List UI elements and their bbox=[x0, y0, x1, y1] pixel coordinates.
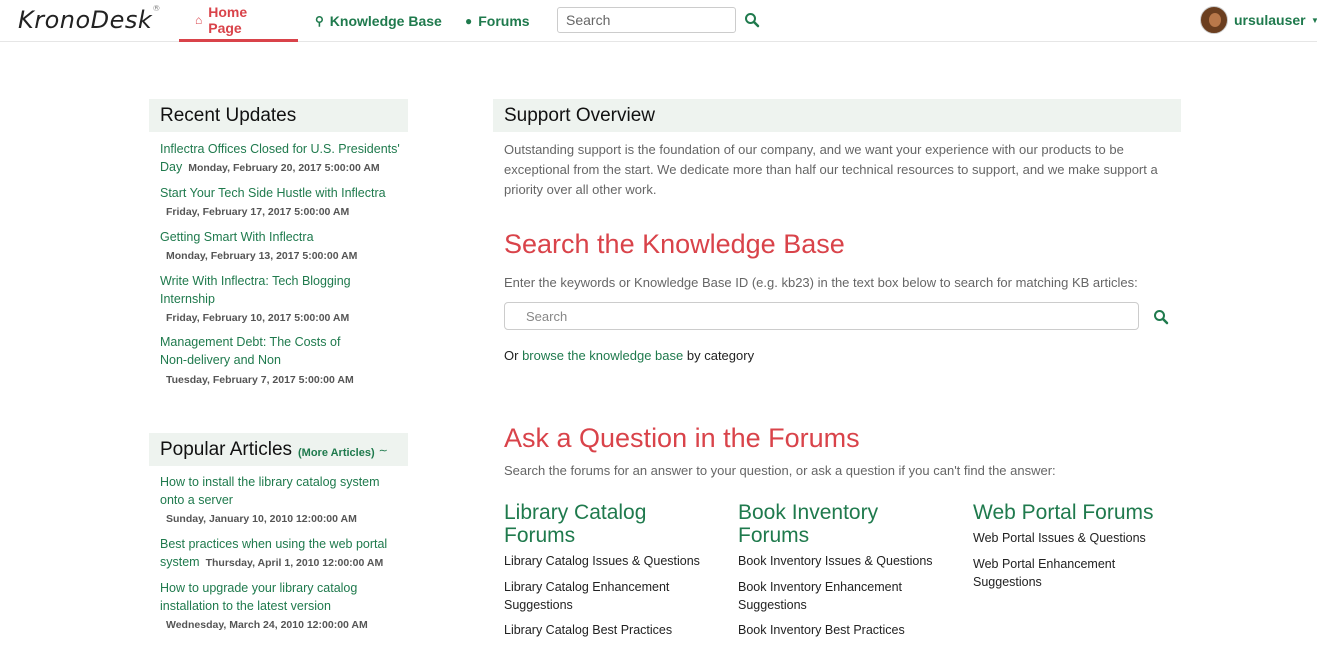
tab-forums-label: Forums bbox=[478, 13, 530, 29]
popular-articles-title: Popular Articles bbox=[160, 438, 293, 460]
logo-registered-mark: ® bbox=[152, 4, 161, 13]
home-icon: ⌂ bbox=[195, 12, 203, 27]
tab-forums[interactable]: ● Forums bbox=[465, 0, 530, 42]
recent-updates-title: Recent Updates bbox=[160, 104, 297, 126]
forum-group-title[interactable]: Book Inventory Forums bbox=[738, 501, 918, 547]
popular-item-link[interactable]: How to upgrade your library catalog inst… bbox=[160, 579, 385, 615]
kb-search-description: Enter the keywords or Knowledge Base ID … bbox=[504, 275, 1138, 290]
recent-item-date: Monday, February 13, 2017 5:00:00 AM bbox=[166, 250, 358, 262]
tab-home-label: Home Page bbox=[208, 3, 248, 36]
logo-text: KronoDesk bbox=[18, 6, 153, 34]
forum-link[interactable]: Book Inventory Best Practices bbox=[738, 621, 938, 639]
browse-kb-link[interactable]: browse the knowledge base bbox=[522, 348, 683, 363]
recent-item-link[interactable]: Inflectra Offices Closed for U.S. Presid… bbox=[160, 140, 405, 177]
chevron-down-icon[interactable]: ▼ bbox=[1311, 16, 1317, 25]
support-overview-title: Support Overview bbox=[504, 104, 656, 126]
tab-knowledge-base[interactable]: ⚲ Knowledge Base bbox=[315, 0, 442, 42]
recent-item-link[interactable]: Management Debt: The Costs of Non-delive… bbox=[160, 333, 350, 369]
kb-search-heading: Search the Knowledge Base bbox=[504, 229, 845, 259]
forum-link[interactable]: Web Portal Issues & Questions bbox=[973, 529, 1173, 547]
kb-search-input[interactable] bbox=[504, 302, 1139, 330]
recent-item-link[interactable]: Start Your Tech Side Hustle with Inflect… bbox=[160, 184, 386, 202]
recent-item-date: Monday, February 20, 2017 5:00:00 AM bbox=[188, 162, 380, 174]
browse-suffix: by category bbox=[686, 348, 755, 363]
forum-link[interactable]: Book Inventory Issues & Questions bbox=[738, 552, 938, 570]
forum-link[interactable]: Library Catalog Issues & Questions bbox=[504, 552, 704, 570]
popular-item-date: Sunday, January 10, 2010 12:00:00 AM bbox=[166, 513, 357, 525]
browse-prefix: Or bbox=[504, 348, 519, 363]
support-overview-text: Outstanding support is the foundation of… bbox=[504, 142, 1158, 197]
support-overview-heading: Support Overview bbox=[493, 99, 1181, 132]
avatar bbox=[1200, 6, 1228, 34]
popular-articles-heading: Popular Articles (More Articles) ∼ bbox=[149, 433, 408, 466]
popular-item-link[interactable]: Best practices when using the web portal… bbox=[160, 535, 405, 572]
recent-item-date: Friday, February 10, 2017 5:00:00 AM bbox=[166, 312, 350, 324]
lightbulb-icon: ⚲ bbox=[315, 14, 324, 28]
forums-description: Search the forums for an answer to your … bbox=[504, 463, 1056, 478]
forum-link[interactable]: Web Portal Enhancement Suggestions bbox=[973, 555, 1133, 591]
forum-link[interactable]: Library Catalog Enhancement Suggestions bbox=[504, 578, 684, 614]
tab-kb-label: Knowledge Base bbox=[329, 13, 442, 29]
search-icon[interactable] bbox=[744, 12, 760, 28]
recent-item-date: Tuesday, February 7, 2017 5:00:00 AM bbox=[166, 374, 354, 386]
kronodesk-logo[interactable]: KronoDesk® bbox=[18, 4, 161, 34]
forum-link[interactable]: Library Catalog Best Practices bbox=[504, 621, 704, 639]
popular-item-date: Thursday, April 1, 2010 12:00:00 AM bbox=[205, 557, 384, 569]
forums-heading: Ask a Question in the Forums bbox=[504, 423, 860, 453]
nav-search-input[interactable] bbox=[557, 7, 736, 33]
popular-item-link[interactable]: How to install the library catalog syste… bbox=[160, 473, 395, 509]
recent-item-link[interactable]: Getting Smart With Inflectra bbox=[160, 228, 314, 246]
recent-item-link[interactable]: Write With Inflectra: Tech Blogging Inte… bbox=[160, 272, 365, 308]
rss-icon[interactable]: ∼ bbox=[379, 444, 388, 457]
tab-home-page[interactable]: ⌂ Home Page bbox=[179, 0, 298, 42]
more-articles-link[interactable]: (More Articles) bbox=[298, 447, 375, 459]
search-icon[interactable] bbox=[1153, 309, 1169, 325]
recent-updates-heading: Recent Updates bbox=[149, 99, 408, 132]
recent-item-date: Friday, February 17, 2017 5:00:00 AM bbox=[166, 206, 350, 218]
user-menu[interactable]: ursulauser bbox=[1200, 6, 1306, 34]
comments-icon: ● bbox=[465, 14, 473, 28]
forum-group-title[interactable]: Library Catalog Forums bbox=[504, 501, 684, 547]
top-navbar: KronoDesk® ⌂ Home Page ⚲ Knowledge Base … bbox=[0, 0, 1317, 42]
popular-item-date: Wednesday, March 24, 2010 12:00:00 AM bbox=[166, 619, 368, 631]
user-name: ursulauser bbox=[1234, 12, 1306, 28]
browse-kb-line: Or browse the knowledge base by category bbox=[504, 348, 754, 363]
forum-group-title[interactable]: Web Portal Forums bbox=[973, 501, 1173, 524]
forum-link[interactable]: Book Inventory Enhancement Suggestions bbox=[738, 578, 918, 614]
